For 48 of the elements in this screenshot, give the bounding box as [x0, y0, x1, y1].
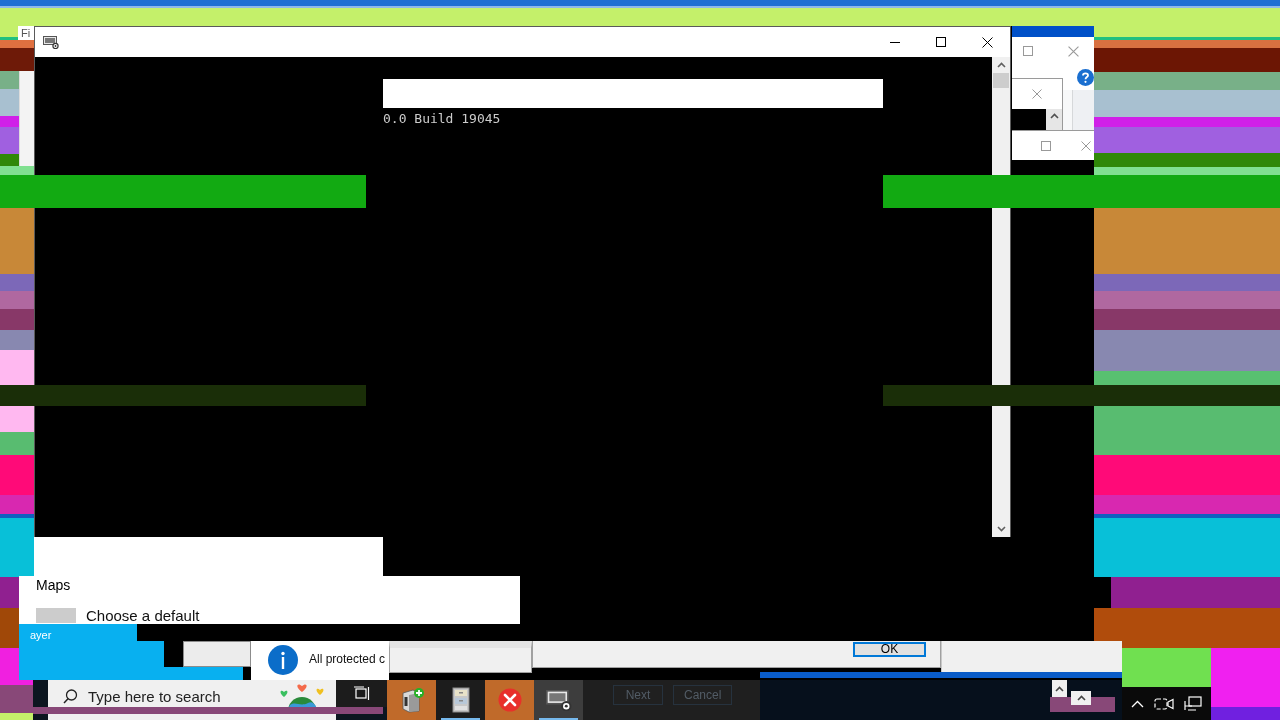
option-label[interactable]: Choose a default — [86, 608, 200, 623]
ok-button[interactable]: OK — [853, 642, 926, 657]
close-icon[interactable] — [1068, 46, 1079, 57]
task-view-icon — [352, 686, 371, 701]
maximize-icon[interactable] — [1023, 46, 1033, 56]
search-icon — [63, 689, 78, 704]
scrollbar-thumb[interactable] — [993, 73, 1009, 88]
running-indicator — [539, 718, 578, 720]
search-input[interactable]: Type here to search — [88, 685, 274, 708]
app-tile-icon[interactable] — [36, 608, 76, 623]
minimize-icon — [890, 41, 900, 43]
glitch-stripe — [0, 291, 34, 309]
tray-button[interactable] — [1131, 699, 1144, 708]
tray-button[interactable] — [1184, 695, 1202, 712]
section-heading: Maps — [36, 577, 72, 593]
scroll-button[interactable] — [1052, 680, 1067, 697]
task-view-button[interactable] — [336, 680, 387, 707]
close-icon — [981, 36, 993, 48]
chevron-up-icon — [1131, 699, 1144, 708]
notification-text: All protected c — [309, 651, 386, 666]
maximize-icon — [936, 37, 946, 47]
error-icon — [497, 688, 522, 712]
tray-button[interactable] — [1154, 696, 1174, 711]
monitor-gear-icon — [545, 689, 572, 711]
info-icon — [268, 644, 298, 675]
running-indicator — [441, 718, 480, 720]
scroll-up-icon[interactable] — [996, 62, 1006, 68]
close-icon[interactable] — [1032, 89, 1042, 99]
cabinet-icon — [451, 687, 470, 713]
caret-up-icon[interactable] — [1076, 695, 1086, 701]
maximize-icon[interactable] — [1041, 140, 1051, 151]
close-icon[interactable] — [1081, 140, 1091, 151]
scrollbar[interactable] — [1046, 109, 1062, 130]
title-fragment: ayer — [30, 629, 52, 641]
taskbar-app-button[interactable] — [436, 680, 485, 720]
help-icon[interactable] — [1077, 69, 1094, 86]
network-icon — [1184, 695, 1202, 712]
console-line: 0.0 Build 19045 — [383, 111, 502, 126]
video-camera-icon — [1154, 696, 1174, 711]
title-fragment: Fi — [18, 26, 34, 40]
taskbar-app-button[interactable] — [534, 680, 583, 720]
scroll-down-icon[interactable] — [996, 526, 1006, 532]
scroll-button[interactable] — [1071, 691, 1091, 705]
caret-up-icon[interactable] — [1055, 685, 1064, 692]
scroll-up-icon[interactable] — [1049, 113, 1059, 119]
search-bar[interactable]: Type here to search — [48, 680, 336, 707]
window-gear-icon — [43, 35, 59, 49]
glitch-stripe — [0, 309, 34, 330]
